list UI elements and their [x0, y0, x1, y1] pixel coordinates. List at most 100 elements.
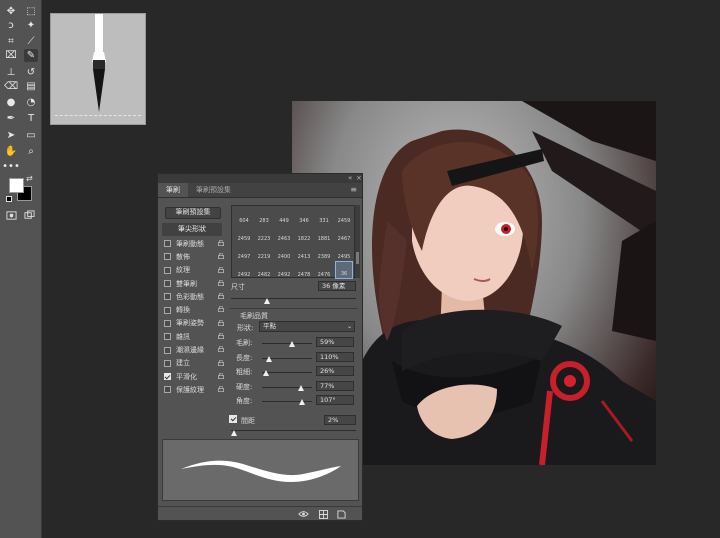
param-value-field[interactable]: 107°: [316, 395, 354, 406]
brush-tip-cell[interactable]: 1881: [315, 225, 333, 243]
more-tools-icon[interactable]: •••: [2, 160, 20, 173]
clone-stamp-tool-icon[interactable]: ⊥: [4, 66, 18, 79]
brush-option-row[interactable]: 潮濕邊緣: [164, 343, 224, 356]
brush-option-label[interactable]: 保護紋理: [176, 385, 204, 395]
eyedropper-tool-icon[interactable]: ⟋: [24, 35, 38, 48]
zoom-tool-icon[interactable]: ⌕: [24, 145, 38, 158]
brush-option-label[interactable]: 潮濕邊緣: [176, 345, 204, 355]
dodge-tool-icon[interactable]: ◔: [24, 96, 38, 109]
lock-icon[interactable]: [218, 253, 224, 260]
brush-option-label[interactable]: 散佈: [176, 252, 190, 262]
brush-option-label[interactable]: 雜訊: [176, 332, 190, 342]
brush-tip-cell[interactable]: 2492: [275, 261, 293, 279]
brush-option-label[interactable]: 雙筆刷: [176, 279, 197, 289]
type-tool-icon[interactable]: T: [24, 112, 38, 125]
brush-option-checkbox[interactable]: [164, 359, 171, 367]
brush-tip-cell[interactable]: 2476: [315, 261, 333, 279]
path-selection-tool-icon[interactable]: ➤: [4, 129, 18, 142]
brush-option-checkbox[interactable]: [164, 240, 171, 248]
brush-tip-cell[interactable]: 2459: [235, 225, 253, 243]
brush-tip-cell[interactable]: 2478: [295, 261, 313, 279]
panel-menu-icon[interactable]: ≡: [350, 185, 357, 194]
pen-tool-icon[interactable]: ✒: [4, 112, 18, 125]
lock-icon[interactable]: [218, 240, 224, 246]
magic-wand-tool-icon[interactable]: ✦: [24, 19, 38, 32]
param-slider-thumb[interactable]: [288, 341, 295, 347]
brush-option-row[interactable]: 筆刷姿勢: [164, 317, 224, 330]
brush-option-checkbox[interactable]: [164, 266, 171, 274]
brush-option-checkbox[interactable]: [164, 373, 171, 381]
screen-mode-icon[interactable]: [22, 209, 36, 222]
brush-option-checkbox[interactable]: [164, 333, 171, 341]
history-brush-tool-icon[interactable]: ↺: [24, 66, 38, 79]
lock-icon[interactable]: [218, 333, 224, 340]
brush-tip-shape-item[interactable]: 筆尖形狀: [162, 223, 222, 236]
brush-tip-cell[interactable]: 604: [235, 207, 253, 225]
param-value-field[interactable]: 59%: [316, 337, 354, 347]
brush-option-row[interactable]: 散佈: [164, 250, 224, 263]
lock-icon[interactable]: [218, 293, 224, 300]
brush-tip-cell[interactable]: 2400: [275, 243, 293, 261]
param-slider-thumb[interactable]: [266, 355, 272, 362]
brush-option-label[interactable]: 平滑化: [176, 372, 197, 382]
size-slider[interactable]: [231, 298, 356, 299]
new-brush-icon[interactable]: [336, 509, 347, 519]
brush-option-row[interactable]: 筆刷動態: [164, 237, 224, 250]
foreground-color-swatch[interactable]: [9, 178, 24, 193]
size-slider-thumb[interactable]: [264, 298, 271, 304]
brush-tip-cell[interactable]: 449: [275, 207, 293, 225]
tip-grid-scrollbar[interactable]: [355, 205, 360, 278]
brush-tip-cell[interactable]: 1822: [295, 225, 313, 243]
brush-tip-cell[interactable]: 2223: [255, 225, 273, 243]
spacing-slider-thumb[interactable]: [230, 430, 237, 436]
brush-option-checkbox[interactable]: [164, 306, 171, 314]
brush-option-checkbox[interactable]: [164, 293, 171, 301]
param-slider[interactable]: [262, 386, 312, 388]
gradient-tool-icon[interactable]: ▤: [24, 80, 38, 93]
lasso-tool-icon[interactable]: ↄ: [4, 19, 18, 32]
brush-option-checkbox[interactable]: [164, 319, 171, 327]
brush-tip-cell[interactable]: 331: [315, 207, 333, 225]
size-field[interactable]: 36 像素: [318, 281, 356, 291]
brush-tool-icon[interactable]: ✎: [24, 49, 38, 62]
brush-option-label[interactable]: 筆刷姿勢: [176, 318, 204, 328]
brush-option-checkbox[interactable]: [164, 280, 171, 288]
brush-option-checkbox[interactable]: [164, 386, 171, 394]
healing-brush-tool-icon[interactable]: ⌧: [4, 49, 18, 62]
spacing-checkbox[interactable]: [229, 415, 237, 423]
brush-option-label[interactable]: 建立: [176, 358, 190, 368]
brush-option-row[interactable]: 轉換: [164, 303, 224, 316]
lock-icon[interactable]: [218, 319, 224, 326]
brush-tip-cell[interactable]: 283: [255, 207, 273, 225]
brush-option-checkbox[interactable]: [164, 253, 171, 261]
lock-icon[interactable]: [218, 266, 224, 273]
rectangle-tool-icon[interactable]: ▭: [24, 129, 38, 142]
lock-icon[interactable]: [218, 306, 224, 313]
param-slider-thumb[interactable]: [262, 370, 269, 377]
brush-option-row[interactable]: 雙筆刷: [164, 277, 224, 290]
param-slider-thumb[interactable]: [299, 399, 305, 406]
brush-option-row[interactable]: 保護紋理: [164, 383, 224, 396]
brush-option-label[interactable]: 色彩動態: [176, 292, 204, 302]
toggle-preview-icon[interactable]: [298, 509, 309, 519]
move-tool-icon[interactable]: ✥: [4, 5, 18, 18]
collapse-icon[interactable]: «: [348, 174, 352, 183]
brush-tip-cell[interactable]: 2413: [295, 243, 313, 261]
brush-option-row[interactable]: 紋理: [164, 264, 224, 277]
lock-icon[interactable]: [218, 346, 224, 353]
shape-dropdown[interactable]: 平點 ⌄: [259, 321, 355, 332]
close-icon[interactable]: ×: [356, 174, 362, 183]
brush-presets-button[interactable]: 筆刷預設集: [165, 207, 221, 219]
brush-tip-cell[interactable]: 2219: [255, 243, 273, 261]
spacing-field[interactable]: 2%: [324, 415, 356, 425]
lock-icon[interactable]: [218, 279, 224, 286]
grid-icon[interactable]: [318, 509, 329, 519]
brush-tip-cell[interactable]: 2492: [235, 261, 253, 279]
brush-tip-cell[interactable]: 2463: [275, 225, 293, 243]
panel-titlebar[interactable]: « ×: [158, 174, 362, 183]
tab-brush[interactable]: 筆刷: [158, 183, 188, 197]
brush-tip-cell[interactable]: 2467: [335, 225, 353, 243]
brush-option-row[interactable]: 色彩動態: [164, 290, 224, 303]
spacing-slider[interactable]: [231, 430, 356, 431]
brush-tip-cell[interactable]: 2495: [335, 243, 353, 261]
